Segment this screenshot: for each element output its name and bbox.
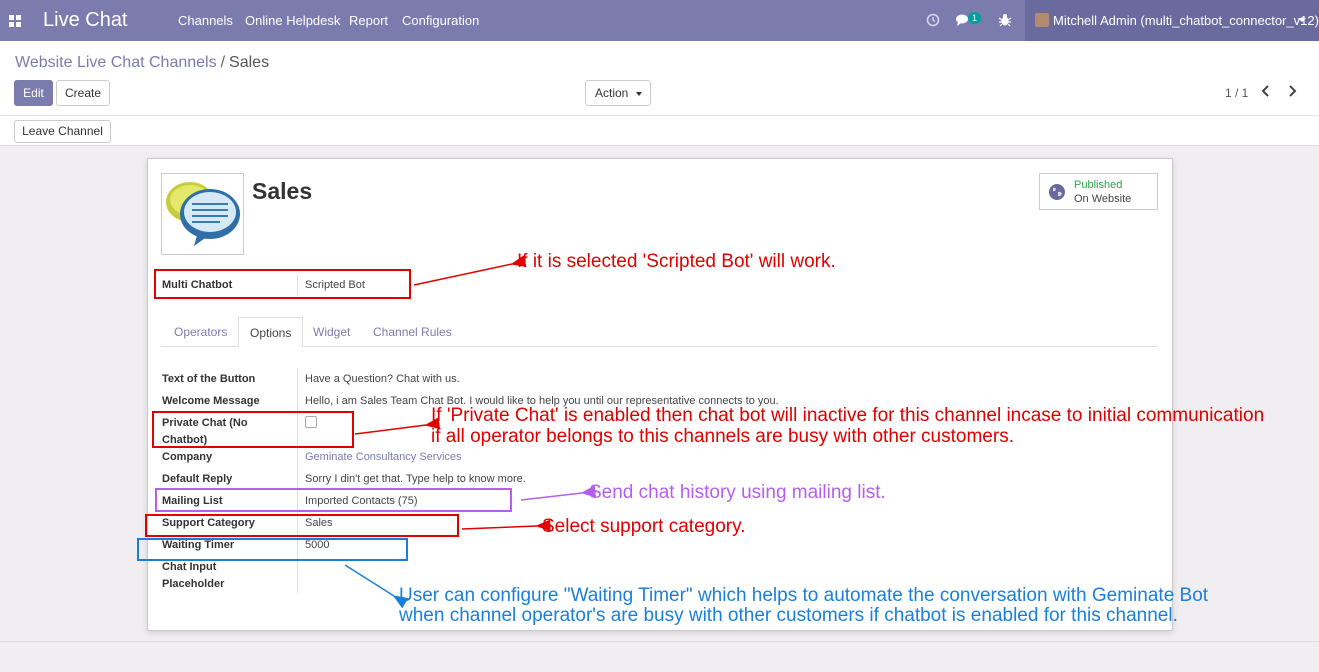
waiting-timer-label: Waiting Timer [162, 539, 235, 551]
company-value-link[interactable]: Geminate Consultancy Services [305, 449, 462, 466]
annotation-waiting-timer-line-1: User can configure "Waiting Timer" which… [399, 585, 1209, 606]
annotation-private-chat-line-1: If 'Private Chat' is enabled then chat b… [431, 405, 1265, 426]
breadcrumb-separator: / [220, 54, 226, 71]
chevron-right-icon[interactable] [1286, 83, 1298, 99]
pager-value: 1 / 1 [1225, 86, 1249, 100]
footer-divider [0, 641, 1319, 642]
private-chat-label: Private Chat (No [162, 417, 248, 429]
menu-online-helpdesk[interactable]: Online Helpdesk [245, 13, 340, 28]
tab-operators[interactable]: Operators [174, 325, 227, 339]
user-avatar [1035, 13, 1049, 27]
mailing-list-value: Imported Contacts (75) [305, 495, 418, 507]
publish-toggle-button[interactable]: Published On Website [1039, 173, 1158, 210]
field-separator [297, 368, 298, 593]
chat-input-placeholder-label-2: Placeholder [162, 578, 225, 590]
control-panel: Website Live Chat Channels / Sales Edit Cr… [0, 41, 1319, 146]
menu-report[interactable]: Report [349, 13, 388, 28]
annotation-waiting-timer-line-2: when channel operator's are busy with ot… [399, 605, 1178, 626]
app-title[interactable]: Live Chat [43, 9, 128, 32]
action-dropdown[interactable]: Action [585, 80, 651, 106]
clock-icon[interactable] [925, 12, 941, 28]
create-button[interactable]: Create [56, 80, 110, 106]
waiting-timer-value: 5000 [305, 539, 330, 551]
globe-icon [1049, 184, 1065, 200]
private-chat-label-2: Chatbot) [162, 434, 208, 446]
published-status: Published [1074, 179, 1123, 191]
breadcrumb-current: Sales [229, 54, 270, 71]
form-sheet: Sales Published On Website Multi Chatbot… [147, 158, 1173, 631]
tab-options[interactable]: Options [238, 317, 304, 347]
annotation-support-category: Select support category. [542, 516, 746, 537]
tab-widget[interactable]: Widget [313, 325, 350, 339]
menu-configuration[interactable]: Configuration [402, 13, 479, 28]
bug-icon[interactable] [997, 12, 1013, 28]
tab-channel-rules[interactable]: Channel Rules [373, 325, 452, 339]
annotation-private-chat-line-2: if all operator belongs to this channels… [431, 426, 1014, 447]
apps-grid-icon[interactable] [9, 15, 21, 27]
default-reply-label: Default Reply [162, 473, 233, 485]
header-divider [0, 115, 1319, 116]
breadcrumb-parent[interactable]: Website Live Chat Channels [15, 54, 217, 71]
chat-input-placeholder-label: Chat Input [162, 561, 217, 573]
top-navbar: Live Chat Channels Online Helpdesk Repor… [0, 0, 1319, 41]
caret-down-icon [1298, 18, 1306, 22]
published-target: On Website [1074, 193, 1132, 205]
caret-down-icon [636, 92, 642, 96]
channel-image[interactable] [161, 173, 244, 255]
field-separator [297, 275, 298, 295]
button-text-value: Have a Question? Chat with us. [305, 373, 460, 385]
notebook-tabs: Operators Options Widget Channel Rules [161, 317, 1157, 347]
action-label: Action [595, 86, 629, 100]
button-text-label: Text of the Button [162, 373, 256, 385]
default-reply-value: Sorry I din't get that. Type help to kno… [305, 473, 526, 485]
private-chat-checkbox[interactable] [305, 416, 317, 428]
chat-bubbles-logo-icon [166, 182, 240, 246]
leave-channel-button[interactable]: Leave Channel [14, 120, 111, 143]
company-label: Company [162, 451, 213, 463]
support-category-value: Sales [305, 517, 333, 529]
breadcrumb: Website Live Chat Channels / Sales [15, 54, 269, 72]
mailing-list-label: Mailing List [162, 495, 223, 507]
chevron-left-icon[interactable] [1260, 83, 1272, 99]
user-menu[interactable]: Mitchell Admin (multi_chatbot_connector_… [1025, 0, 1319, 41]
multi-chatbot-value: Scripted Bot [305, 279, 365, 291]
annotation-mailing-list: Send chat history using mailing list. [589, 482, 886, 503]
support-category-label: Support Category [162, 517, 255, 529]
menu-channels[interactable]: Channels [178, 13, 233, 28]
user-name: Mitchell Admin (multi_chatbot_connector_… [1053, 13, 1319, 28]
message-count-badge: 1 [968, 12, 982, 24]
annotation-scripted-bot: If it is selected 'Scripted Bot' will wo… [517, 251, 836, 272]
welcome-message-label: Welcome Message [162, 395, 260, 407]
edit-button[interactable]: Edit [14, 80, 53, 106]
record-title: Sales [252, 178, 313, 204]
multi-chatbot-label: Multi Chatbot [162, 279, 233, 291]
